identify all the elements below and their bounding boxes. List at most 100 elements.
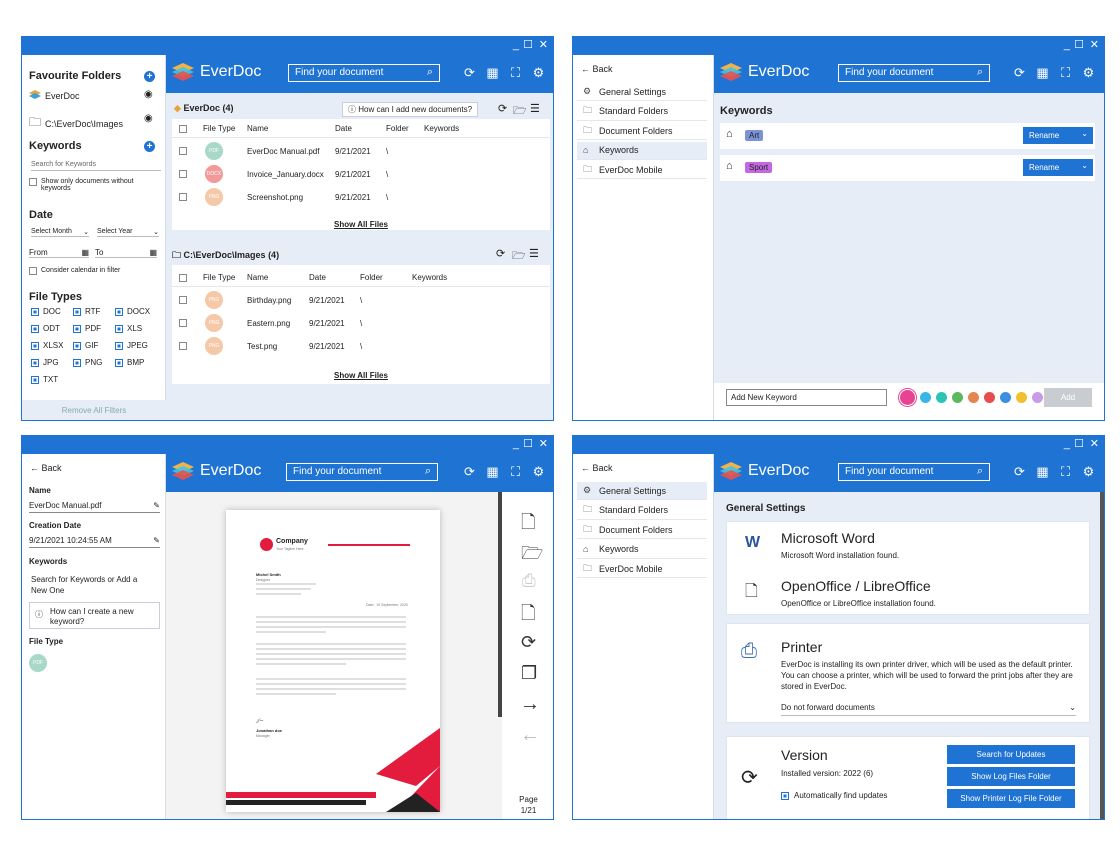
add-keyword-button[interactable]: Add: [1044, 388, 1092, 407]
column-header[interactable]: Folder: [360, 273, 383, 282]
sync-icon[interactable]: ⟳: [462, 464, 477, 479]
gear-icon[interactable]: ⚙: [1081, 65, 1096, 80]
color-swatch[interactable]: [984, 392, 995, 403]
table-row[interactable]: PNG Birthday.png 9/21/2021 \: [172, 289, 550, 312]
column-header[interactable]: File Type: [203, 273, 235, 282]
color-swatch[interactable]: [1016, 392, 1027, 403]
row-checkbox[interactable]: [179, 170, 187, 178]
row-checkbox[interactable]: [179, 296, 187, 304]
checkbox[interactable]: [73, 358, 81, 367]
row-checkbox[interactable]: [179, 342, 187, 350]
color-swatch[interactable]: [900, 390, 915, 405]
color-swatch[interactable]: [936, 392, 947, 403]
nav-item[interactable]: ⚙ General Settings: [577, 83, 707, 101]
checkbox[interactable]: [31, 307, 39, 316]
file-type-checkbox[interactable]: XLSX: [31, 341, 63, 350]
column-header[interactable]: Folder: [386, 124, 409, 133]
checkbox[interactable]: [31, 324, 39, 333]
file-type-checkbox[interactable]: GIF: [73, 341, 98, 350]
color-swatch[interactable]: [920, 392, 931, 403]
file-type-checkbox[interactable]: DOC: [31, 307, 61, 316]
search-input[interactable]: Find your document ⌕: [838, 463, 990, 481]
sync-icon[interactable]: ⟳: [462, 65, 477, 80]
arrow-right-icon[interactable]: →: [520, 693, 540, 716]
copy-icon[interactable]: ❐: [521, 663, 537, 684]
nav-item[interactable]: ⚙ General Settings: [577, 482, 707, 500]
file-type-checkbox[interactable]: JPG: [31, 358, 59, 367]
sync-icon[interactable]: ⟳: [498, 102, 507, 115]
checkbox[interactable]: [73, 341, 81, 350]
column-header[interactable]: Date: [309, 273, 326, 282]
folder-item-images[interactable]: 🗀 C:\EverDoc\Images: [29, 113, 123, 134]
qr-code-icon[interactable]: ▦: [485, 65, 500, 80]
filter-settings-icon[interactable]: ☰: [529, 247, 539, 260]
add-folder-button[interactable]: +: [144, 71, 155, 82]
column-header[interactable]: Date: [335, 124, 352, 133]
eye-icon[interactable]: ◉: [144, 113, 153, 124]
nav-item[interactable]: 🗀 EverDoc Mobile: [577, 560, 707, 578]
gear-icon[interactable]: ⚙: [531, 65, 546, 80]
table-row[interactable]: PDF EverDoc Manual.pdf 9/21/2021 \: [172, 140, 550, 163]
close-button[interactable]: ✕: [1090, 39, 1099, 52]
forward-printer-dropdown[interactable]: Do not forward documents ⌄: [781, 703, 1076, 716]
table-row[interactable]: PNG Eastern.png 9/21/2021 \: [172, 312, 550, 335]
folder-item-everdoc[interactable]: EverDoc: [29, 90, 80, 101]
checkbox[interactable]: [31, 358, 39, 367]
name-field[interactable]: EverDoc Manual.pdf ✎: [29, 501, 160, 513]
from-date-field[interactable]: From ▦: [29, 248, 89, 258]
keyword-search-input[interactable]: Search for Keywords: [31, 161, 161, 171]
scan-icon[interactable]: ⛶: [1058, 65, 1073, 80]
select-all-checkbox[interactable]: [179, 125, 187, 133]
file-type-checkbox[interactable]: JPEG: [115, 341, 148, 350]
color-swatch[interactable]: [968, 392, 979, 403]
gear-icon[interactable]: ⚙: [1081, 464, 1096, 479]
file-type-checkbox[interactable]: XLS: [115, 324, 142, 333]
nav-item[interactable]: ⌂ Keywords: [577, 541, 707, 559]
search-input[interactable]: Find your document ⌕: [286, 463, 438, 481]
maximize-button[interactable]: ☐: [523, 438, 533, 451]
sync-icon[interactable]: ⟳: [496, 247, 505, 260]
file-type-checkbox[interactable]: ODT: [31, 324, 60, 333]
nav-item[interactable]: 🗀 Document Folders: [577, 521, 707, 539]
checkbox[interactable]: [29, 178, 37, 186]
back-button[interactable]: ← Back: [581, 64, 613, 74]
qr-code-icon[interactable]: ▦: [485, 464, 500, 479]
open-folder-icon[interactable]: 🗁: [512, 247, 526, 266]
show-all-files-link[interactable]: Show All Files: [334, 371, 388, 380]
file-type-checkbox[interactable]: DOCX: [115, 307, 150, 316]
search-input[interactable]: Find your document ⌕: [288, 64, 440, 82]
scan-icon[interactable]: ⛶: [508, 65, 523, 80]
checkbox[interactable]: [31, 375, 39, 384]
close-button[interactable]: ✕: [1090, 438, 1099, 451]
filter-settings-icon[interactable]: ☰: [530, 102, 540, 115]
open-folder-icon[interactable]: 🗁: [521, 541, 543, 571]
checkbox[interactable]: [115, 324, 123, 333]
maximize-button[interactable]: ☐: [1074, 39, 1084, 52]
file-type-checkbox[interactable]: PNG: [73, 358, 102, 367]
file-type-checkbox[interactable]: TXT: [31, 375, 58, 384]
color-swatch[interactable]: [1032, 392, 1043, 403]
column-header[interactable]: Keywords: [424, 124, 459, 133]
maximize-button[interactable]: ☐: [523, 39, 533, 52]
create-keyword-help[interactable]: ⓘ How can I create a new keyword?: [29, 602, 160, 629]
close-button[interactable]: ✕: [539, 438, 548, 451]
sync-icon[interactable]: ⟳: [521, 632, 536, 653]
checkbox[interactable]: [29, 267, 37, 275]
file-type-checkbox[interactable]: BMP: [115, 358, 144, 367]
scan-icon[interactable]: ⛶: [1058, 464, 1073, 479]
table-row[interactable]: PNG Screenshot.png 9/21/2021 \: [172, 186, 550, 209]
add-keyword-button[interactable]: +: [144, 141, 155, 152]
open-folder-icon[interactable]: 🗁: [513, 102, 527, 121]
keywords-search-input[interactable]: Search for Keywords or Add a New One: [31, 574, 151, 596]
gear-icon[interactable]: ⚙: [531, 464, 546, 479]
remove-all-filters-button[interactable]: Remove All Filters: [22, 400, 166, 420]
rename-button[interactable]: Rename ⌄: [1023, 127, 1093, 144]
checkbox[interactable]: [781, 791, 789, 800]
select-month-dropdown[interactable]: Select Month ⌄: [31, 228, 89, 237]
column-header[interactable]: Name: [247, 273, 268, 282]
table-row[interactable]: DOCX Invoice_January.docx 9/21/2021 \: [172, 163, 550, 186]
auto-updates-checkbox[interactable]: Automatically find updates: [781, 791, 887, 800]
select-year-dropdown[interactable]: Select Year ⌄: [97, 228, 159, 237]
close-button[interactable]: ✕: [539, 39, 548, 52]
rename-button[interactable]: Rename ⌄: [1023, 159, 1093, 176]
